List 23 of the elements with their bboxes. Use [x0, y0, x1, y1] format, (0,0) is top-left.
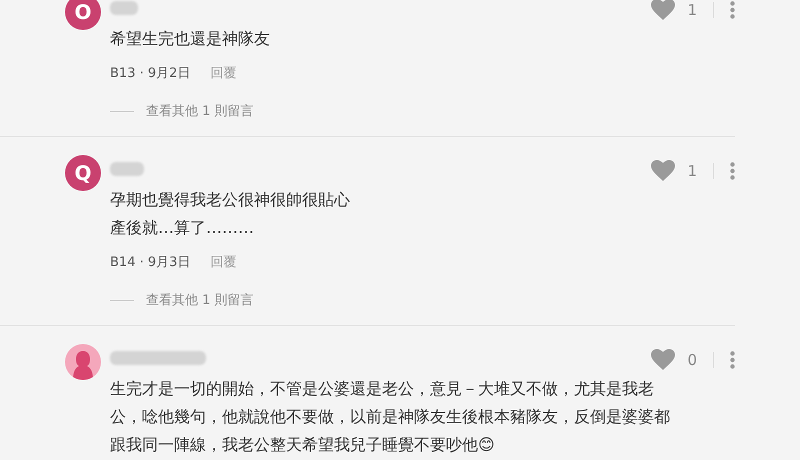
more-options-icon[interactable]	[730, 162, 735, 180]
user-avatar: O	[65, 0, 101, 30]
user-avatar: Q	[65, 155, 101, 191]
redacted-name	[110, 162, 144, 176]
comment-text: 孕期也覺得我老公很神很帥很貼心	[110, 189, 351, 211]
comment-text: 希望生完也還是神隊友	[110, 28, 271, 50]
more-options-icon[interactable]	[730, 0, 735, 18]
view-more-replies-link[interactable]: 查看其他 1 則留言	[146, 102, 254, 120]
reply-link[interactable]: 回覆	[210, 253, 236, 271]
comment-meta: B14 · 9月3日	[110, 254, 190, 271]
like-count: 0	[687, 350, 697, 368]
view-more-replies-link[interactable]: 查看其他 1 則留言	[146, 291, 254, 309]
reply-link[interactable]: 回覆	[210, 64, 236, 82]
heart-icon[interactable]	[651, 0, 676, 20]
like-count: 1	[687, 162, 697, 180]
comment-text: 生完才是一切的開始，不管是公婆還是老公，意見－大堆又不做，尤其是我老公，唸他幾句，他就說他不要做，以前是神隊友生後根本豬隊友，反倒是婆婆都跟我同一陣線，我老公整天希望我兒子睡覺不要吵他😊	[110, 378, 671, 456]
heart-icon[interactable]	[651, 349, 676, 370]
comment-text: 產後就…算了………	[110, 217, 255, 239]
more-options-icon[interactable]	[730, 350, 735, 368]
heart-icon[interactable]	[651, 160, 676, 181]
redacted-name	[110, 1, 138, 15]
comment-meta: B13 · 9月2日	[110, 65, 190, 82]
like-count: 1	[687, 0, 697, 18]
